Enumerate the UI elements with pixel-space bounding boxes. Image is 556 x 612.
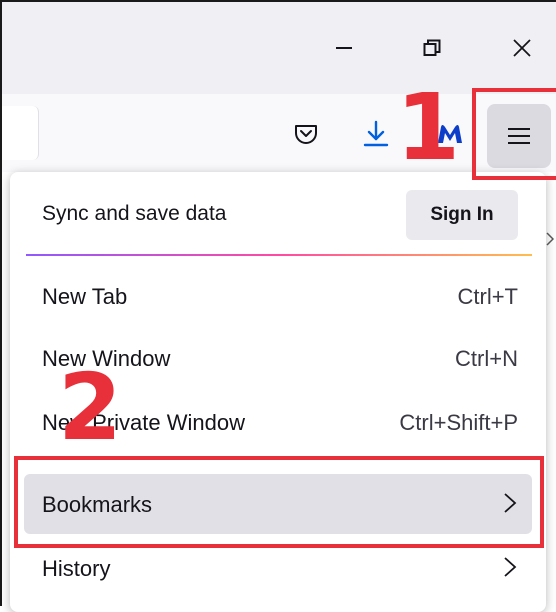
minimize-button[interactable] bbox=[314, 16, 374, 80]
scroll-arrow-icon bbox=[546, 232, 556, 252]
menu-item-label: New Tab bbox=[42, 284, 128, 309]
menu-item-label: New Window bbox=[42, 346, 171, 371]
downloads-button[interactable] bbox=[352, 110, 400, 158]
url-bar[interactable] bbox=[2, 106, 39, 160]
menu-separator bbox=[26, 458, 532, 459]
open-menu-button[interactable] bbox=[487, 104, 551, 168]
menu-item-history[interactable]: History bbox=[24, 538, 532, 598]
menu-item-new-window[interactable]: New Window Ctrl+N bbox=[24, 328, 532, 388]
close-icon bbox=[513, 39, 531, 57]
malwarebytes-icon bbox=[438, 125, 462, 143]
download-icon bbox=[363, 120, 389, 147]
menu-item-label: New Private Window bbox=[42, 410, 245, 435]
menu-item-bookmarks[interactable]: Bookmarks bbox=[24, 474, 532, 534]
restore-icon bbox=[423, 39, 441, 56]
menu-item-label: History bbox=[42, 556, 111, 581]
menu-item-new-tab[interactable]: New Tab Ctrl+T bbox=[24, 266, 532, 326]
hamburger-menu-icon bbox=[508, 128, 530, 144]
pocket-button[interactable] bbox=[282, 110, 330, 158]
restore-button[interactable] bbox=[402, 16, 462, 80]
chevron-right-icon bbox=[502, 492, 518, 520]
extension-button[interactable] bbox=[426, 110, 474, 158]
chevron-right-icon bbox=[502, 556, 518, 584]
minimize-icon bbox=[336, 47, 352, 49]
navigation-toolbar bbox=[2, 94, 556, 172]
close-button[interactable] bbox=[492, 16, 552, 80]
menu-item-shortcut: Ctrl+Shift+P bbox=[399, 410, 518, 435]
menu-item-shortcut: Ctrl+T bbox=[457, 284, 519, 309]
sync-divider bbox=[26, 254, 532, 256]
sync-row: Sync and save data Sign In bbox=[10, 172, 546, 254]
title-bar bbox=[2, 2, 556, 94]
pocket-icon bbox=[295, 125, 317, 144]
menu-item-label: Bookmarks bbox=[42, 492, 153, 517]
app-menu-panel: Sync and save data Sign In New Tab Ctrl+… bbox=[10, 172, 546, 612]
menu-item-shortcut: Ctrl+N bbox=[455, 346, 518, 371]
sign-in-button[interactable]: Sign In bbox=[406, 190, 518, 240]
menu-item-new-private-window[interactable]: New Private Window Ctrl+Shift+P bbox=[24, 392, 532, 452]
sync-label: Sync and save data bbox=[42, 202, 227, 225]
